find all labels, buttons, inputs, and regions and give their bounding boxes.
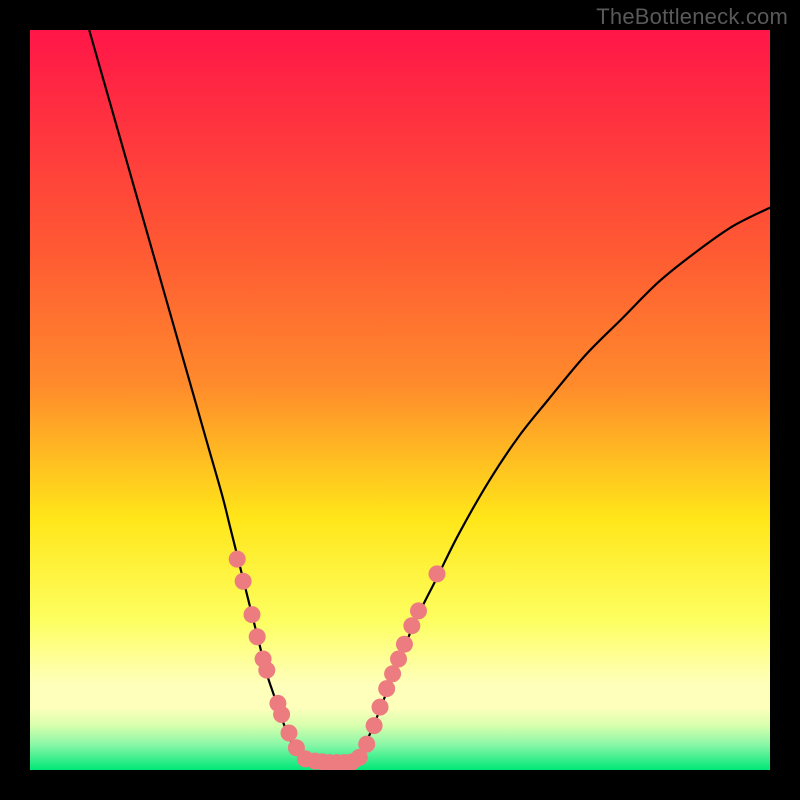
data-marker — [372, 699, 389, 716]
data-marker — [258, 662, 275, 679]
data-marker — [390, 651, 407, 668]
data-marker — [410, 602, 427, 619]
data-marker — [378, 680, 395, 697]
data-marker — [384, 665, 401, 682]
data-marker — [429, 565, 446, 582]
watermark-text: TheBottleneck.com — [596, 4, 788, 30]
data-marker — [358, 736, 375, 753]
plot-area — [30, 30, 770, 770]
data-marker — [273, 706, 290, 723]
chart-frame: TheBottleneck.com — [0, 0, 800, 800]
data-marker — [396, 636, 413, 653]
data-marker — [366, 717, 383, 734]
data-marker — [249, 628, 266, 645]
data-marker — [281, 725, 298, 742]
data-marker — [229, 551, 246, 568]
data-marker — [244, 606, 261, 623]
data-marker — [403, 617, 420, 634]
chart-svg — [30, 30, 770, 770]
data-marker — [235, 573, 252, 590]
